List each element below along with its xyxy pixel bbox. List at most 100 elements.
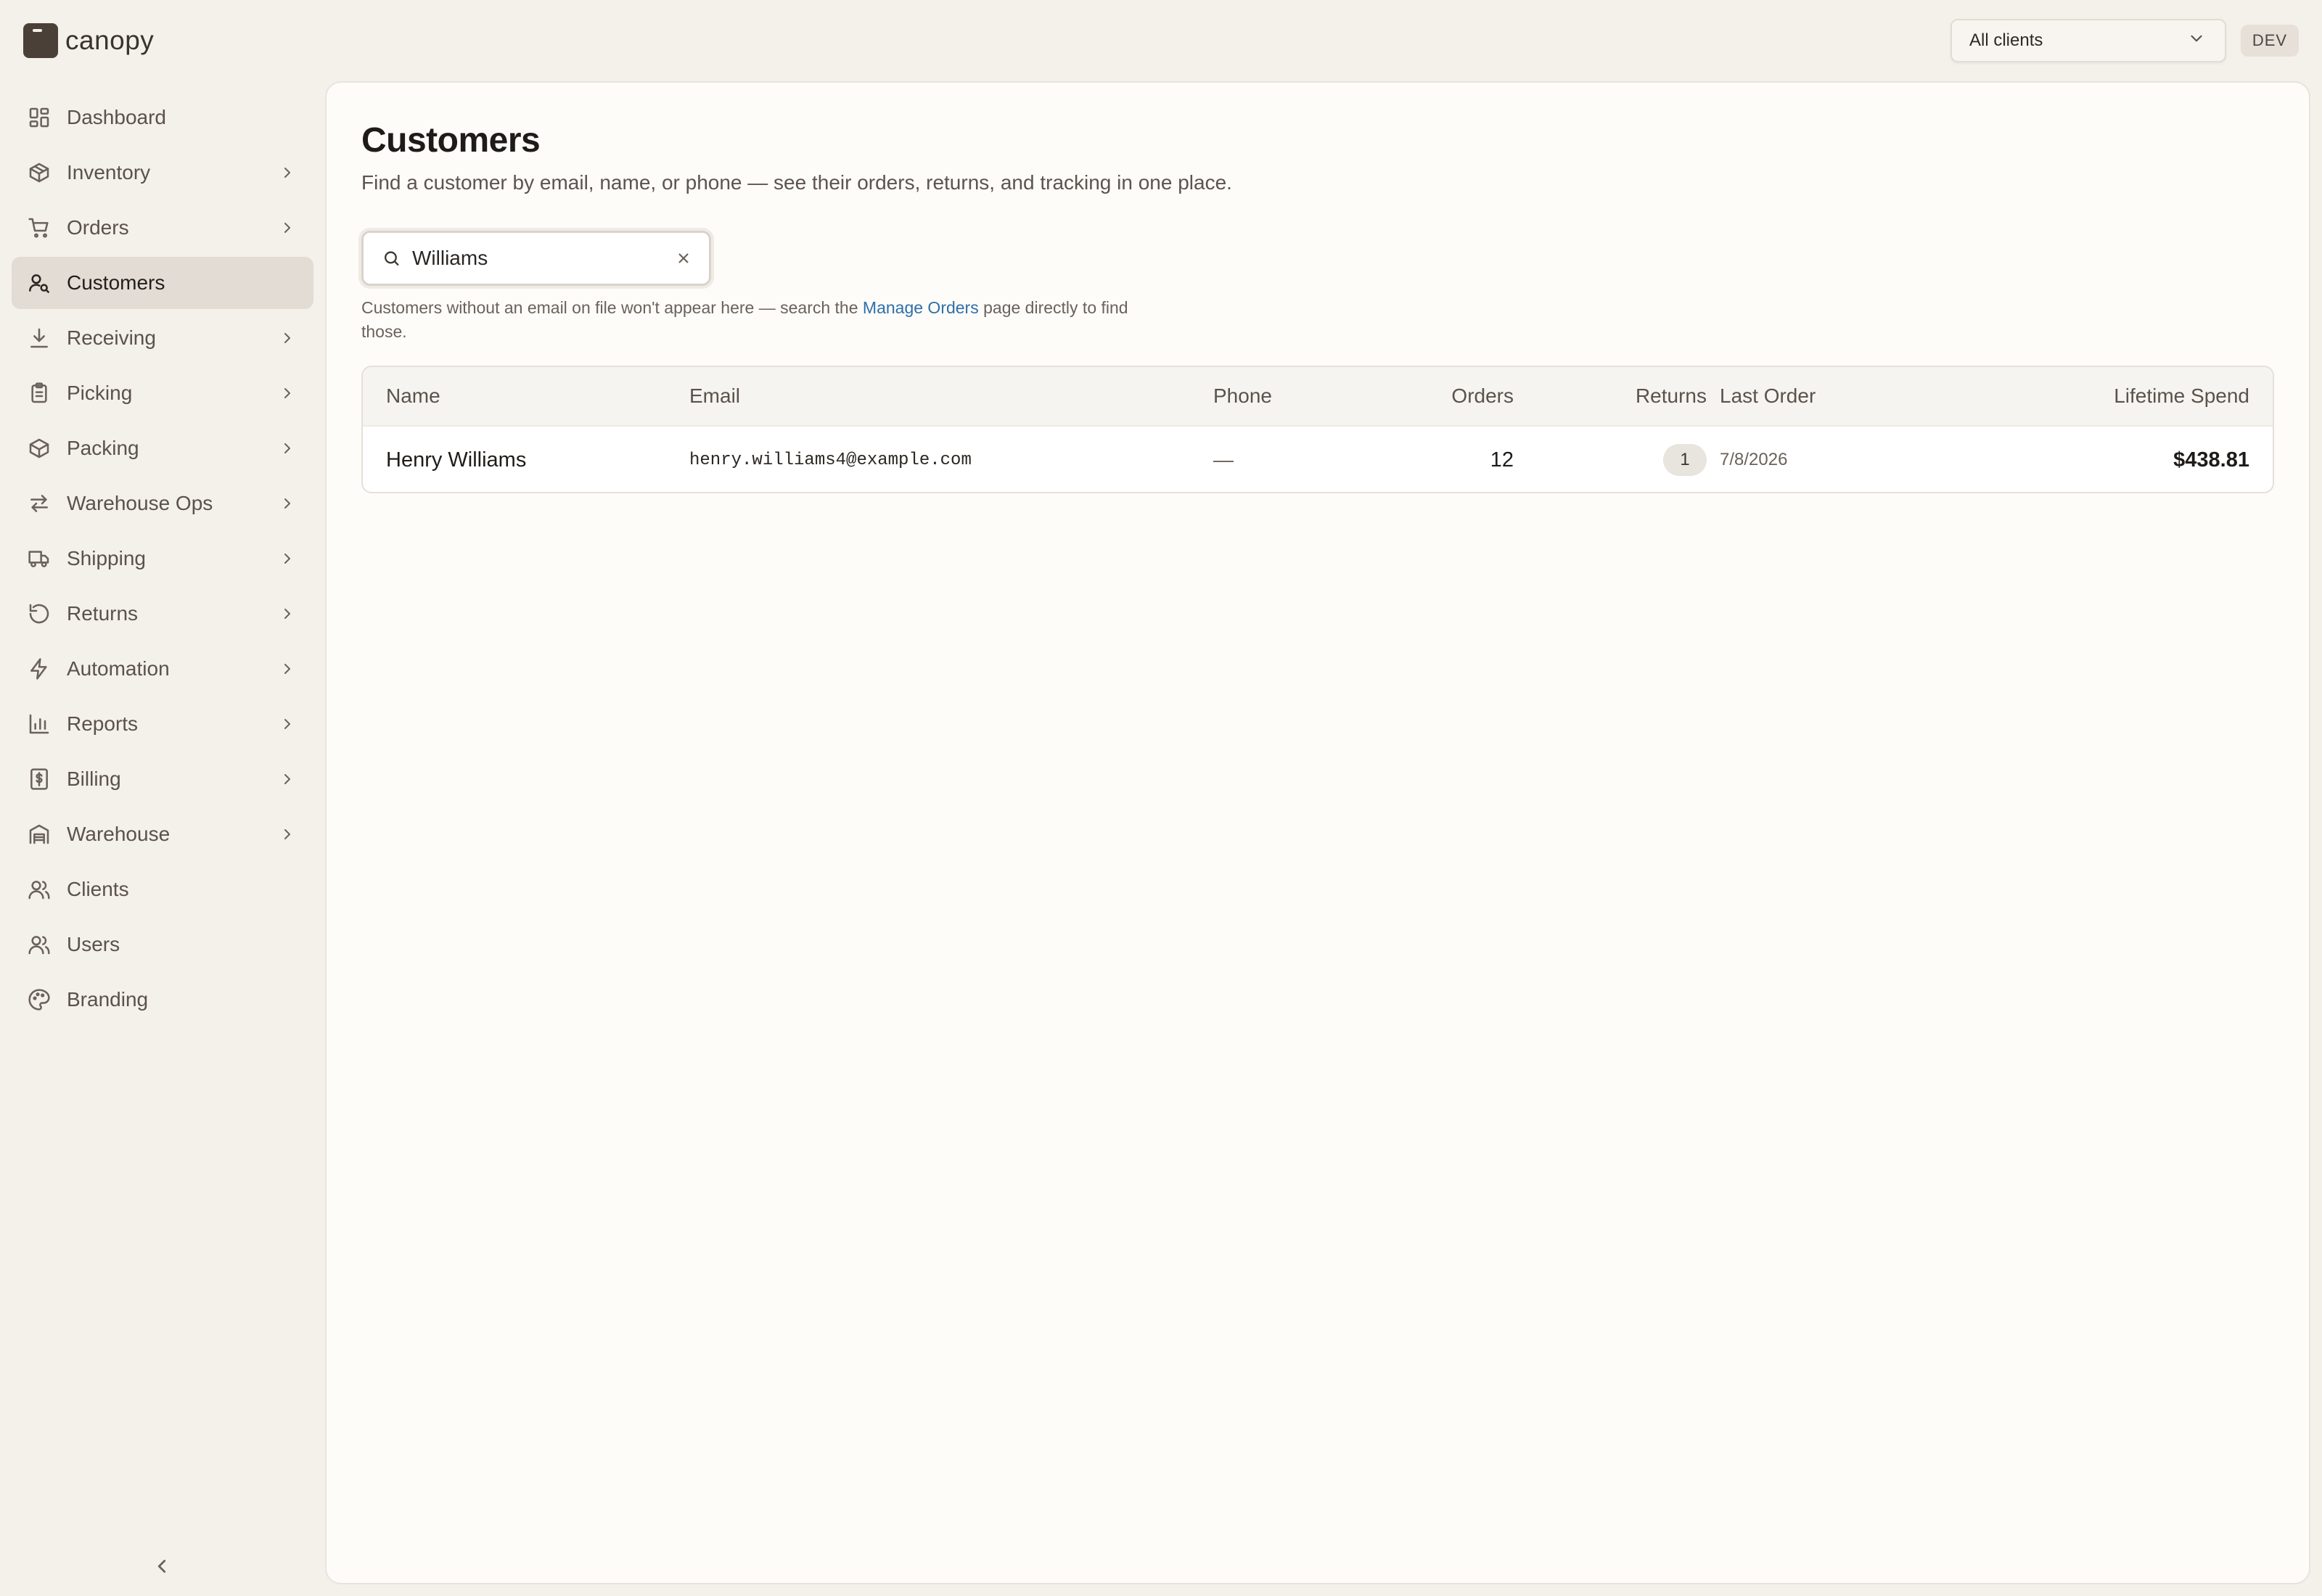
chevron-right-icon <box>279 770 296 788</box>
sidebar-item-label: Automation <box>67 657 170 680</box>
help-text-before: Customers without an email on file won't… <box>361 298 863 317</box>
chevron-right-icon <box>279 384 296 402</box>
receipt-dollar-icon <box>28 768 51 791</box>
sidebar-item-label: Branding <box>67 988 149 1011</box>
chevron-down-icon <box>2187 29 2206 53</box>
chevron-right-icon <box>279 495 296 512</box>
returns-badge: 1 <box>1663 444 1707 476</box>
sidebar-item-inventory[interactable]: Inventory <box>12 147 313 199</box>
sidebar-item-label: Reports <box>67 712 139 735</box>
chevron-right-icon <box>279 826 296 843</box>
users-icon <box>28 933 51 956</box>
sidebar-item-label: Dashboard <box>67 106 166 128</box>
warehouse-icon <box>28 823 51 846</box>
sidebar-item-picking[interactable]: Picking <box>12 367 313 419</box>
column-header-last-order: Last Order <box>1720 384 1816 407</box>
customer-last-order: 7/8/2026 <box>1720 450 1788 469</box>
sidebar-item-dashboard[interactable]: Dashboard <box>12 91 313 144</box>
sidebar-item-label: Shipping <box>67 547 146 569</box>
customers-table: Name Email Phone Orders Returns Last Ord… <box>361 366 2274 493</box>
env-badge: DEV <box>2241 25 2299 57</box>
customer-lifetime-spend: $438.81 <box>2173 448 2249 472</box>
sidebar-item-reports[interactable]: Reports <box>12 698 313 750</box>
chevron-right-icon <box>279 715 296 733</box>
sidebar-item-label: Warehouse <box>67 823 171 845</box>
clipboard-icon <box>28 382 51 405</box>
manage-orders-link[interactable]: Manage Orders <box>863 298 979 317</box>
palette-icon <box>28 988 51 1011</box>
sidebar-item-billing[interactable]: Billing <box>12 753 313 805</box>
customer-phone: — <box>1213 448 1234 471</box>
sidebar-item-warehouse[interactable]: Warehouse <box>12 808 313 860</box>
sidebar-item-shipping[interactable]: Shipping <box>12 532 313 585</box>
sidebar-item-label: Clients <box>67 878 129 900</box>
sidebar-item-users[interactable]: Users <box>12 918 313 971</box>
sidebar-item-label: Orders <box>67 216 129 239</box>
chevron-right-icon <box>279 329 296 347</box>
column-header-name: Name <box>386 384 440 407</box>
chevron-right-icon <box>279 605 296 622</box>
sidebar-item-receiving[interactable]: Receiving <box>12 312 313 364</box>
search-help-text: Customers without an email on file won't… <box>361 296 1131 344</box>
cart-icon <box>28 216 51 239</box>
column-header-returns: Returns <box>1635 384 1707 407</box>
search-input[interactable] <box>412 247 674 270</box>
table-row[interactable]: Henry Williams henry.williams4@example.c… <box>363 425 2273 492</box>
customer-returns: 1 <box>1663 427 1707 492</box>
column-header-lifetime-spend: Lifetime Spend <box>2114 384 2249 407</box>
sidebar-item-label: Inventory <box>67 161 151 184</box>
customer-email: henry.williams4@example.com <box>689 450 972 470</box>
column-header-phone: Phone <box>1213 384 1272 407</box>
sidebar-item-label: Customers <box>67 271 165 294</box>
sidebar-item-label: Users <box>67 933 120 955</box>
table-header: Name Email Phone Orders Returns Last Ord… <box>363 367 2273 425</box>
bolt-icon <box>28 657 51 680</box>
sidebar-item-branding[interactable]: Branding <box>12 974 313 1026</box>
app-name: canopy <box>65 25 155 55</box>
column-header-email: Email <box>689 384 741 407</box>
users-icon <box>28 878 51 901</box>
sidebar-item-clients[interactable]: Clients <box>12 863 313 916</box>
chevron-right-icon <box>279 550 296 567</box>
canopy-logo-icon <box>23 23 58 58</box>
bar-chart-icon <box>28 712 51 736</box>
user-search-icon <box>28 271 51 295</box>
chevron-left-icon <box>157 1560 166 1573</box>
sidebar-item-label: Packing <box>67 437 139 459</box>
sidebar-item-automation[interactable]: Automation <box>12 643 313 695</box>
sidebar-item-label: Picking <box>67 382 133 404</box>
customer-orders: 12 <box>1490 448 1514 472</box>
customer-name: Henry Williams <box>386 448 527 472</box>
search-icon <box>385 251 399 266</box>
sidebar-item-warehouse-ops[interactable]: Warehouse Ops <box>12 477 313 530</box>
truck-icon <box>28 547 51 570</box>
dashboard-icon <box>28 106 51 129</box>
sidebar-item-label: Returns <box>67 602 139 625</box>
page-title: Customers <box>361 121 541 160</box>
main-panel: Customers Find a customer by email, name… <box>325 81 2310 1584</box>
app-logo[interactable]: canopy <box>23 22 154 59</box>
customer-search <box>361 231 711 286</box>
download-icon <box>28 326 51 350</box>
chevron-right-icon <box>279 660 296 678</box>
sidebar-item-packing[interactable]: Packing <box>12 422 313 474</box>
column-header-orders: Orders <box>1451 384 1514 407</box>
sidebar-item-label: Warehouse Ops <box>67 492 213 514</box>
close-icon <box>678 253 689 263</box>
sidebar-item-label: Receiving <box>67 326 156 349</box>
sidebar-item-customers[interactable]: Customers <box>12 257 313 309</box>
arrows-swap-icon <box>28 492 51 515</box>
clear-search-button[interactable] <box>674 249 693 268</box>
sidebar-item-orders[interactable]: Orders <box>12 202 313 254</box>
sidebar: Dashboard Inventory Orders Customers Rec… <box>12 91 313 1029</box>
sidebar-item-returns[interactable]: Returns <box>12 588 313 640</box>
package-icon <box>28 437 51 460</box>
collapse-sidebar-button[interactable] <box>151 1555 173 1577</box>
client-selector[interactable]: All clients <box>1950 19 2226 62</box>
chevron-right-icon <box>279 164 296 181</box>
chevron-right-icon <box>279 440 296 457</box>
rotate-ccw-icon <box>28 602 51 625</box>
sidebar-item-label: Billing <box>67 768 121 790</box>
box-icon <box>28 161 51 184</box>
chevron-right-icon <box>279 219 296 236</box>
